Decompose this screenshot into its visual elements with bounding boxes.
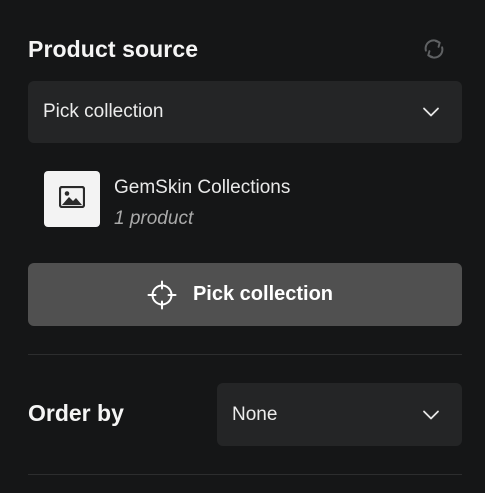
- order-by-select[interactable]: None: [217, 383, 462, 446]
- section-divider: [28, 354, 462, 355]
- pick-collection-label: Pick collection: [192, 283, 334, 305]
- product-source-panel: Product source Pick collection GemSkin C…: [0, 0, 485, 493]
- collection-select[interactable]: Pick collection: [28, 81, 462, 143]
- sync-button[interactable]: [419, 36, 449, 66]
- selected-collection-item: GemSkin Collections 1 product: [44, 171, 444, 229]
- collection-name: GemSkin Collections: [114, 177, 291, 198]
- collection-product-count: 1 product: [114, 208, 194, 229]
- sync-icon: [421, 36, 447, 67]
- section-divider: [28, 474, 462, 475]
- product-source-title: Product source: [28, 36, 199, 62]
- chevron-down-icon: [422, 406, 440, 424]
- image-placeholder-icon: [58, 185, 86, 213]
- pick-collection-button[interactable]: Pick collection: [28, 263, 462, 326]
- order-by-label: Order by: [28, 400, 124, 426]
- crosshair-icon: [147, 280, 177, 310]
- order-by-value: None: [232, 403, 278, 425]
- collection-select-value: Pick collection: [43, 101, 164, 122]
- chevron-down-icon: [422, 103, 440, 121]
- collection-thumbnail: [44, 171, 100, 227]
